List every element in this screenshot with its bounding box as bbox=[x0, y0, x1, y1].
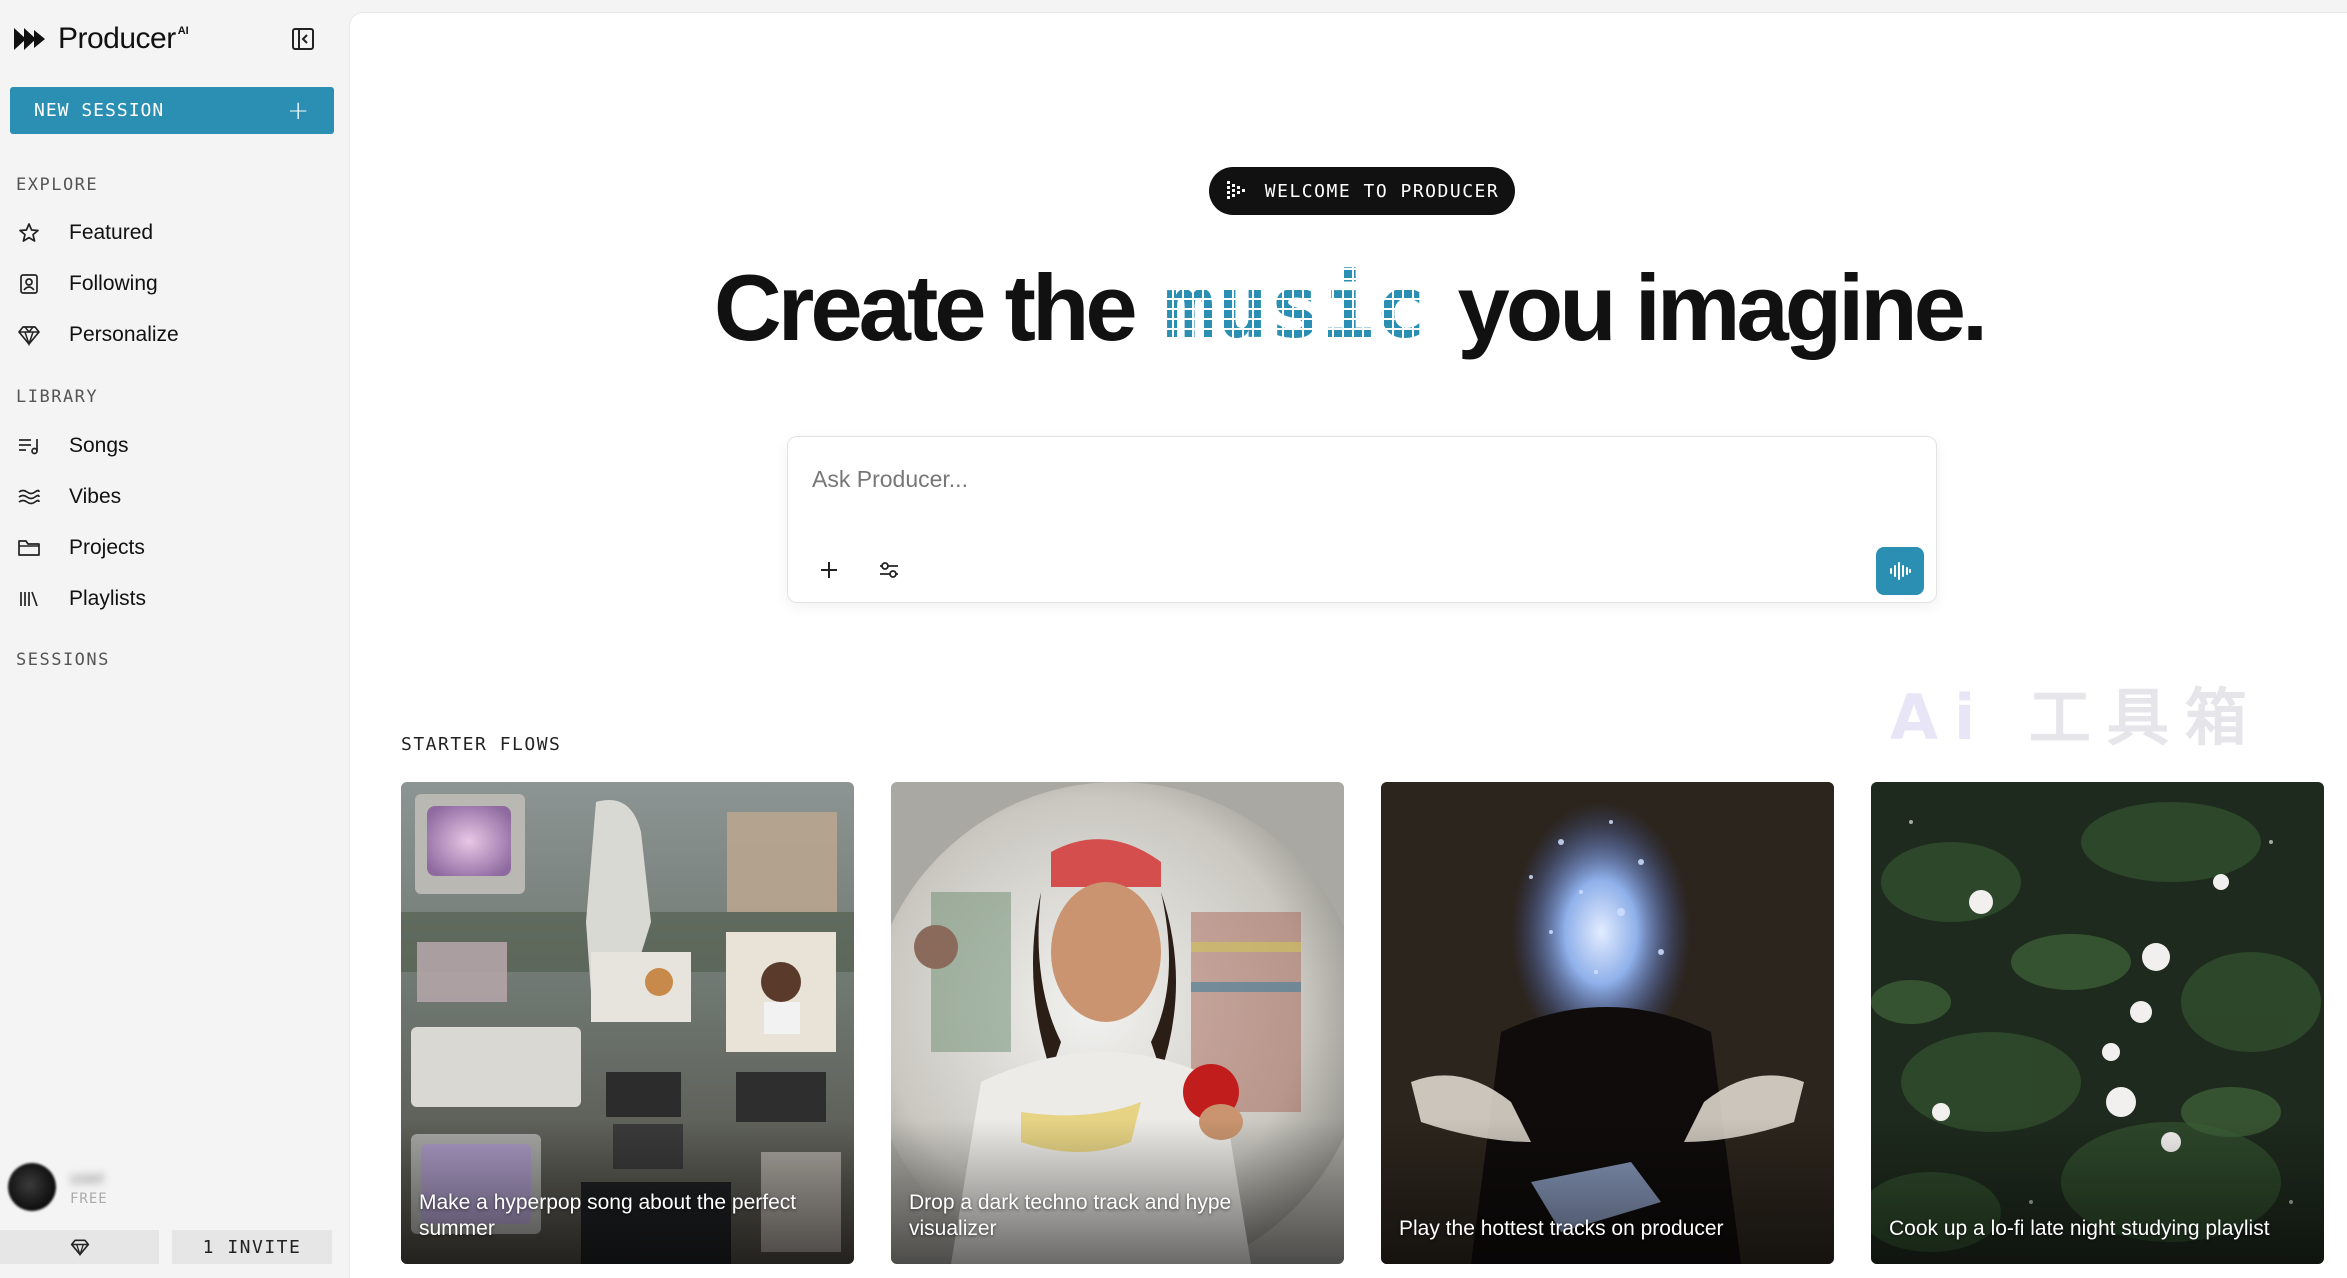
folder-icon bbox=[16, 535, 42, 561]
sidebar-item-label: Personalize bbox=[69, 323, 179, 346]
new-session-button[interactable]: NEW SESSION + bbox=[10, 87, 334, 134]
headline-highlight-wrap: music bbox=[1163, 258, 1428, 358]
card-image bbox=[1381, 782, 1834, 1264]
brand-sup: AI bbox=[177, 25, 189, 37]
sidebar-item-label: Featured bbox=[69, 221, 154, 244]
sidebar: Producer AI NEW SESSION + EXPLORE Featur… bbox=[0, 0, 349, 1278]
headline-highlight: music bbox=[1163, 258, 1428, 358]
sidebar-item-vibes[interactable]: Vibes bbox=[16, 477, 326, 517]
card-image bbox=[1871, 782, 2324, 1264]
main-panel: WELCOME TO PRODUCER Create the music you… bbox=[349, 12, 2347, 1278]
watermark: Ai 工具箱 bbox=[1890, 667, 2263, 757]
prompt-box bbox=[787, 436, 1937, 603]
user-profile[interactable]: user FREE bbox=[8, 1162, 338, 1212]
headline-after: you imagine. bbox=[1457, 255, 1989, 360]
new-session-label: NEW SESSION bbox=[34, 100, 165, 121]
explore-section-label: EXPLORE bbox=[16, 175, 99, 195]
card-caption: Drop a dark techno track and hype visual… bbox=[909, 1191, 1232, 1240]
card-caption: Cook up a lo-fi late night studying play… bbox=[1889, 1217, 2270, 1240]
sidebar-item-following[interactable]: Following bbox=[16, 264, 326, 304]
sidebar-item-label: Playlists bbox=[69, 587, 147, 610]
sessions-section-label: SESSIONS bbox=[16, 650, 110, 670]
collapse-sidebar-icon[interactable] bbox=[290, 26, 316, 52]
user-name: user bbox=[70, 1167, 106, 1188]
page-headline: Create the music you imagine. bbox=[714, 253, 1988, 363]
diamond-icon bbox=[16, 322, 42, 348]
card-caption: Play the hottest tracks on producer bbox=[1399, 1217, 1724, 1240]
prompt-input[interactable] bbox=[812, 459, 1902, 499]
star-icon bbox=[16, 220, 42, 246]
sidebar-item-personalize[interactable]: Personalize bbox=[16, 315, 326, 355]
starter-flow-card[interactable]: Cook up a lo-fi late night studying play… bbox=[1871, 782, 2324, 1264]
producer-pixel-icon bbox=[1226, 181, 1245, 199]
playlists-icon bbox=[16, 586, 42, 612]
invite-button[interactable]: 1 INVITE bbox=[172, 1230, 332, 1264]
headline-before: Create the bbox=[713, 255, 1138, 360]
sidebar-item-songs[interactable]: Songs bbox=[16, 426, 326, 466]
sidebar-item-featured[interactable]: Featured bbox=[16, 213, 326, 253]
diamond-icon bbox=[70, 1239, 89, 1257]
producer-logo-icon bbox=[14, 28, 45, 50]
plus-icon: + bbox=[287, 95, 310, 126]
vibes-icon bbox=[16, 484, 42, 510]
following-icon bbox=[16, 271, 42, 297]
brand-name: Producer bbox=[58, 22, 176, 55]
starter-flows-grid: Make a hyperpop song about the perfect s… bbox=[401, 782, 2331, 1264]
user-plan: FREE bbox=[70, 1190, 108, 1207]
watermark-rest: 工具箱 bbox=[2028, 681, 2263, 754]
sidebar-item-label: Vibes bbox=[69, 485, 122, 508]
settings-sliders-icon[interactable] bbox=[876, 557, 902, 583]
watermark-ai: Ai bbox=[1890, 681, 1992, 754]
library-section-label: LIBRARY bbox=[16, 387, 99, 407]
brand-logo[interactable]: Producer AI bbox=[12, 22, 189, 56]
sidebar-item-projects[interactable]: Projects bbox=[16, 528, 326, 568]
waveform-icon bbox=[1890, 562, 1911, 580]
songs-icon bbox=[16, 433, 42, 459]
sidebar-item-label: Projects bbox=[69, 536, 145, 559]
welcome-badge: WELCOME TO PRODUCER bbox=[1209, 167, 1515, 215]
upgrade-button[interactable] bbox=[0, 1230, 159, 1264]
starter-flow-card[interactable]: Drop a dark techno track and hype visual… bbox=[891, 782, 1344, 1264]
add-attachment-icon[interactable] bbox=[816, 557, 842, 583]
starter-flows-label: STARTER FLOWS bbox=[401, 734, 562, 755]
starter-flow-card[interactable]: Play the hottest tracks on producer bbox=[1381, 782, 1834, 1264]
starter-flow-card[interactable]: Make a hyperpop song about the perfect s… bbox=[401, 782, 854, 1264]
welcome-badge-text: WELCOME TO PRODUCER bbox=[1264, 180, 1500, 202]
avatar bbox=[8, 1163, 56, 1211]
sidebar-item-playlists[interactable]: Playlists bbox=[16, 579, 326, 619]
sidebar-item-label: Following bbox=[69, 272, 158, 295]
card-caption: Make a hyperpop song about the perfect s… bbox=[419, 1191, 797, 1240]
voice-input-button[interactable] bbox=[1876, 547, 1924, 595]
sidebar-item-label: Songs bbox=[69, 434, 129, 457]
